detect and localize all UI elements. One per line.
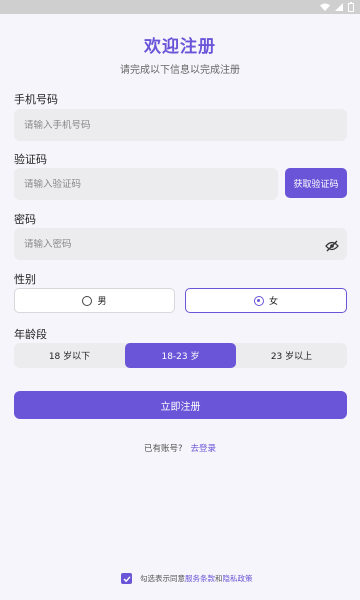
wifi-icon — [320, 3, 330, 11]
agreement-prefix: 勾选表示同意 — [140, 574, 185, 583]
radio-selected-icon — [253, 295, 264, 306]
age-label: 年龄段 — [14, 328, 47, 341]
password-label: 密码 — [14, 213, 36, 226]
code-field[interactable] — [14, 168, 278, 200]
terms-link[interactable]: 服务条款 — [185, 574, 215, 583]
get-code-button[interactable]: 获取验证码 — [285, 168, 347, 198]
agreement-text: 勾选表示同意服务条款和隐私政策 — [140, 573, 253, 584]
gender-option-male[interactable]: 男 — [14, 288, 175, 313]
privacy-link[interactable]: 隐私政策 — [223, 574, 253, 583]
code-input[interactable] — [24, 178, 278, 190]
eye-off-icon[interactable] — [325, 237, 339, 256]
status-icons — [320, 2, 354, 12]
phone-label: 手机号码 — [14, 93, 58, 106]
phone-input[interactable] — [24, 119, 347, 131]
age-option-over-23[interactable]: 23 岁以上 — [236, 343, 347, 368]
agreement-checkbox[interactable] — [121, 573, 132, 584]
gender-label: 性别 — [14, 273, 36, 286]
page-subtitle: 请完成以下信息以完成注册 — [120, 65, 240, 76]
status-bar — [0, 0, 360, 14]
radio-icon — [82, 295, 93, 306]
password-input[interactable] — [24, 238, 347, 250]
gender-female-label: 女 — [268, 297, 278, 307]
login-link[interactable]: 去登录 — [191, 444, 217, 454]
code-label: 验证码 — [14, 153, 47, 166]
signal-icon — [335, 3, 343, 11]
agreement-row: 勾选表示同意服务条款和隐私政策 — [121, 573, 253, 584]
age-option-under-18[interactable]: 18 岁以下 — [14, 343, 125, 368]
gender-male-label: 男 — [97, 297, 107, 307]
battery-icon — [348, 2, 354, 12]
page-title: 欢迎注册 — [144, 37, 216, 57]
gender-option-female[interactable]: 女 — [185, 288, 347, 313]
register-button[interactable]: 立即注册 — [14, 391, 347, 419]
login-row: 已有账号? 去登录 — [0, 442, 360, 454]
login-prompt: 已有账号? — [143, 444, 183, 454]
agreement-and: 和 — [215, 574, 223, 583]
phone-field[interactable] — [14, 109, 347, 141]
password-field[interactable] — [14, 228, 347, 260]
checkmark-icon — [123, 575, 131, 582]
age-option-18-23[interactable]: 18-23 岁 — [125, 343, 236, 368]
